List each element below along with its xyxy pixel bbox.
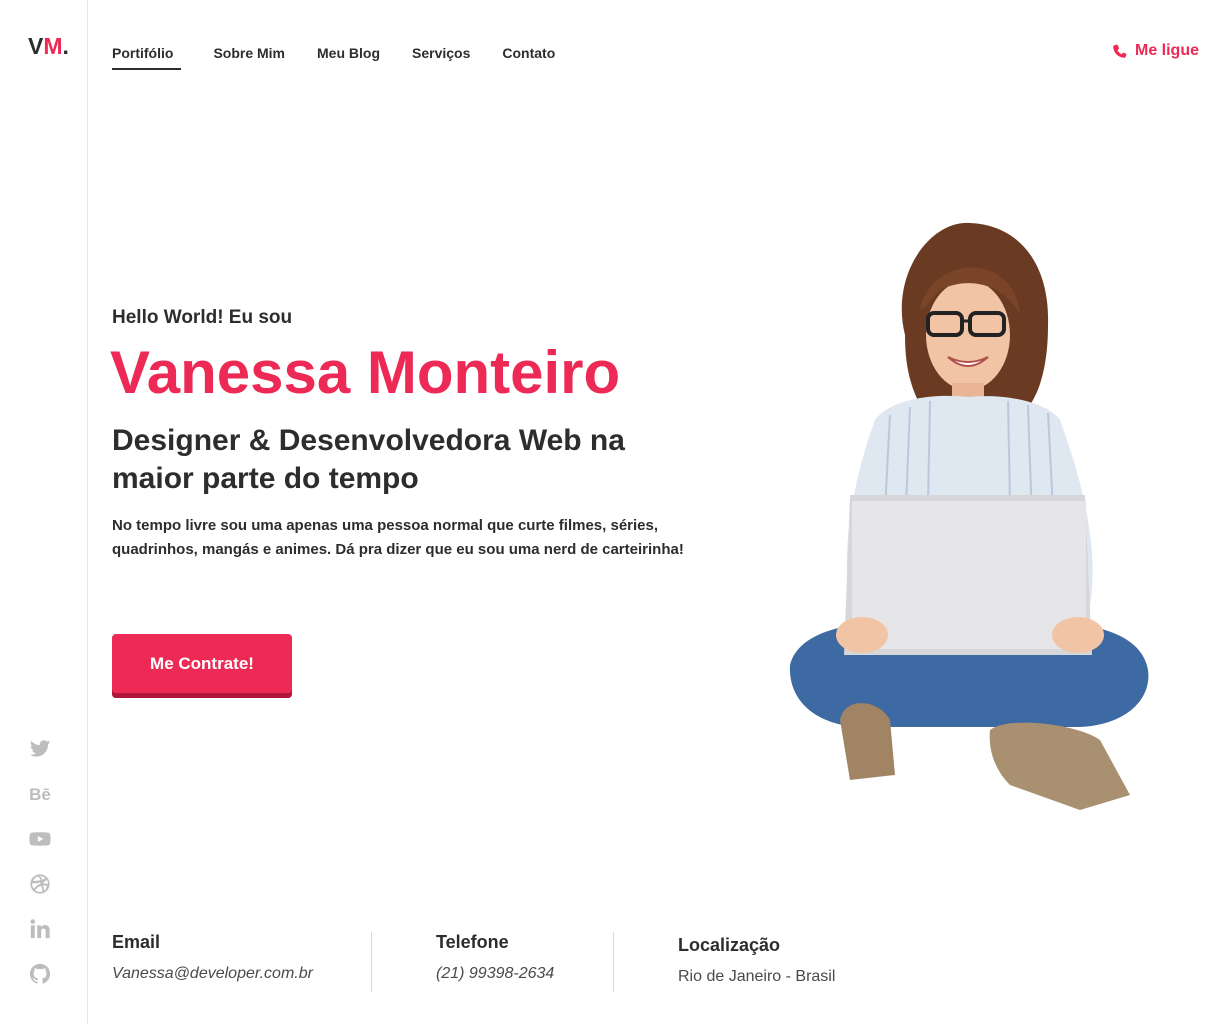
call-button[interactable]: Me ligue [1111,42,1199,60]
nav-item-meu-blog[interactable]: Meu Blog [317,45,380,70]
location-label: Localização [678,935,781,955]
twitter-icon[interactable] [28,738,52,762]
contact-location: Localização Rio de Janeiro - Brasil [678,935,835,986]
hero-description: No tempo livre sou uma apenas uma pessoa… [112,517,684,558]
nav-item-servicos[interactable]: Serviços [412,45,470,70]
logo-dot: . [62,33,69,59]
email-label: Email [112,932,161,952]
phone-label: Telefone [436,932,509,952]
main-nav: Portifólio Sobre Mim Meu Blog Serviços C… [112,45,587,70]
linkedin-icon[interactable] [28,918,52,942]
behance-icon[interactable]: Bē [28,783,52,807]
logo[interactable]: VM. [28,33,69,60]
nav-item-contato[interactable]: Contato [502,45,555,70]
social-links: Bē [28,738,52,1008]
contact-divider [371,932,372,992]
call-label: Me ligue [1134,42,1199,59]
greeting: Hello World! Eu sou [112,307,293,328]
dribbble-icon[interactable] [28,873,52,897]
nav-item-sobre-mim[interactable]: Sobre Mim [213,45,285,70]
hero-name: Vanessa Monteiro [110,339,621,406]
hero-portrait-illustration [789,222,1149,810]
sidebar: VM. Bē [0,0,88,1024]
logo-letter-m: M [43,33,63,59]
phone-value[interactable]: (21) 99398-2634 [436,965,554,983]
phone-icon [1113,44,1127,58]
contact-phone: Telefone (21) 99398-2634 [436,932,554,983]
nav-item-portifolio[interactable]: Portifólio [112,45,182,70]
contact-divider [613,932,614,992]
email-value[interactable]: Vanessa@developer.com.br [112,965,313,983]
github-icon[interactable] [28,963,52,987]
hire-me-button[interactable]: Me Contrate! [112,634,292,698]
youtube-icon[interactable] [28,828,52,852]
contact-email: Email Vanessa@developer.com.br [112,932,313,983]
logo-letter-v: V [28,33,44,59]
hero-role: Designer & Desenvolvedora Web na maior p… [112,424,625,495]
location-value: Rio de Janeiro - Brasil [678,968,836,985]
